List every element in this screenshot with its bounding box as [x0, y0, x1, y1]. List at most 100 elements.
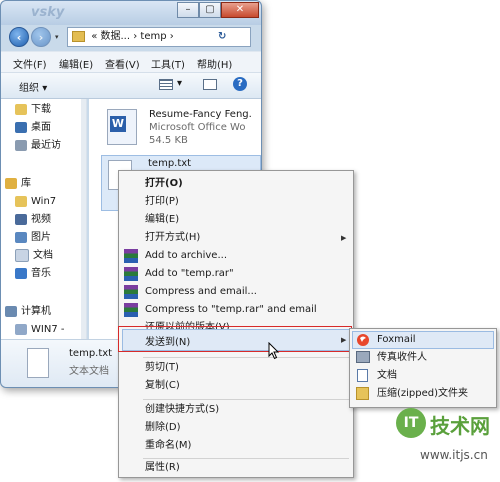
nav-item-downloads[interactable]: 下载	[15, 101, 51, 119]
menu-item-compress-rar-email[interactable]: Compress to "temp.rar" and email	[145, 301, 317, 319]
title-bar[interactable]: vsky – ▢ ✕	[1, 1, 261, 25]
navigation-pane: 下载 桌面 最近访 库 Win7 视频 图片 文档 音乐 计算机 WIN7 -	[1, 99, 87, 339]
nav-label: 库	[21, 178, 31, 189]
refresh-icon[interactable]: ↻	[218, 28, 226, 46]
word-document-icon: W	[107, 109, 137, 145]
minimize-button[interactable]: –	[177, 2, 199, 18]
menu-edit[interactable]: 编辑(E)	[59, 56, 93, 71]
nav-label: 下载	[31, 104, 51, 115]
nav-item-pictures[interactable]: 图片	[15, 229, 51, 247]
nav-label: 图片	[31, 232, 51, 243]
file-item-resume[interactable]: W Resume-Fancy Feng. Microsoft Office Wo…	[103, 105, 263, 157]
nav-label: Win7	[31, 196, 57, 207]
breadcrumb-overflow[interactable]: «	[91, 31, 97, 42]
word-logo-icon: W	[110, 116, 126, 132]
nav-item-drive[interactable]: WIN7 -	[15, 321, 64, 339]
nav-label: 视频	[31, 214, 51, 225]
nav-label: 最近访	[31, 140, 61, 151]
file-type: Microsoft Office Wo	[149, 122, 246, 133]
menu-item-delete[interactable]: 删除(D)	[145, 419, 181, 437]
menu-item-open[interactable]: 打开(O)	[145, 175, 183, 193]
documents-library-icon	[15, 248, 29, 262]
organize-button[interactable]: 组织 ▾	[19, 79, 47, 94]
menu-item-compress-email[interactable]: Compress and email...	[145, 283, 257, 301]
nav-scrollbar[interactable]	[81, 99, 86, 339]
foxmail-icon	[357, 334, 369, 346]
menu-tools[interactable]: 工具(T)	[151, 56, 185, 71]
submenu-item-foxmail[interactable]	[352, 331, 494, 349]
menu-item-create-shortcut[interactable]: 创建快捷方式(S)	[145, 401, 219, 419]
view-dropdown-icon[interactable]: ▾	[177, 78, 182, 89]
nav-item-music[interactable]: 音乐	[15, 265, 51, 283]
nav-label: 计算机	[21, 306, 51, 317]
winrar-icon	[124, 303, 138, 317]
file-size: 54.5 KB	[149, 135, 188, 146]
winrar-icon	[124, 285, 138, 299]
address-bar[interactable]: « 数据... › temp › ↻	[67, 27, 251, 47]
menu-view[interactable]: 查看(V)	[105, 56, 140, 71]
menu-item-print[interactable]: 打印(P)	[145, 193, 179, 211]
nav-item-win7[interactable]: Win7	[15, 193, 56, 211]
preview-pane-icon[interactable]	[203, 79, 217, 90]
nav-label: WIN7 -	[31, 324, 65, 335]
nav-item-desktop[interactable]: 桌面	[15, 119, 51, 137]
breadcrumb-item-data[interactable]: 数据...	[101, 31, 131, 42]
documents-icon	[357, 369, 368, 382]
recent-places-icon	[15, 139, 27, 151]
submenu-item-zip-folder[interactable]: 压缩(zipped)文件夹	[377, 385, 468, 403]
organize-label: 组织	[19, 83, 39, 94]
recent-pages-dropdown[interactable]: ▾	[55, 33, 59, 41]
menu-item-add-to-rar[interactable]: Add to "temp.rar"	[145, 265, 234, 283]
zip-folder-icon	[356, 387, 369, 400]
drive-icon	[15, 323, 27, 335]
nav-label: 桌面	[31, 122, 51, 133]
breadcrumb-separator: ›	[133, 31, 138, 42]
video-library-icon	[15, 213, 27, 225]
text-file-icon	[27, 348, 49, 378]
library-icon	[5, 177, 17, 189]
desktop-icon	[15, 121, 27, 133]
menu-separator	[143, 357, 349, 358]
submenu-item-documents[interactable]: 文档	[377, 367, 397, 385]
computer-icon	[5, 305, 17, 317]
maximize-button[interactable]: ▢	[199, 2, 221, 18]
menu-item-properties[interactable]: 属性(R)	[145, 459, 180, 477]
chevron-down-icon: ▾	[42, 83, 48, 94]
help-icon[interactable]: ?	[233, 77, 247, 91]
submenu-item-fax[interactable]: 传真收件人	[377, 349, 427, 367]
menu-item-rename[interactable]: 重命名(M)	[145, 437, 191, 455]
forward-button[interactable]: ›	[31, 27, 51, 47]
menu-item-edit[interactable]: 编辑(E)	[145, 211, 179, 229]
winrar-icon	[124, 249, 138, 263]
nav-label: 文档	[33, 250, 53, 261]
menu-item-copy[interactable]: 复制(C)	[145, 377, 180, 395]
nav-label: 音乐	[31, 268, 51, 279]
toolbar: 组织 ▾ ▾ ?	[1, 73, 261, 99]
menu-item-open-with[interactable]: 打开方式(H)	[145, 229, 200, 247]
menu-item-add-to-archive[interactable]: Add to archive...	[145, 247, 227, 265]
folder-icon	[72, 30, 85, 42]
site-watermark: IT 技术网 www.itjs.cn	[394, 404, 498, 480]
context-menu: 打开(O) 打印(P) 编辑(E) 打开方式(H) ▶ Add to archi…	[118, 170, 354, 478]
nav-item-documents[interactable]: 文档	[15, 247, 53, 265]
menu-file[interactable]: 文件(F)	[13, 56, 47, 71]
menu-item-cut[interactable]: 剪切(T)	[145, 359, 179, 377]
nav-item-videos[interactable]: 视频	[15, 211, 51, 229]
breadcrumb-item-temp[interactable]: temp	[140, 31, 166, 42]
pictures-library-icon	[15, 231, 27, 243]
view-options-icon[interactable]	[159, 79, 173, 90]
nav-item-computer[interactable]: 计算机	[5, 303, 51, 321]
address-row: ‹ › ▾ « 数据... › temp › ↻	[1, 25, 261, 49]
file-name: Resume-Fancy Feng.	[149, 109, 252, 120]
nav-item-recent[interactable]: 最近访	[15, 137, 61, 155]
folder-icon	[15, 195, 27, 207]
nav-item-libraries[interactable]: 库	[5, 175, 31, 193]
fax-icon	[356, 351, 370, 363]
back-button[interactable]: ‹	[9, 27, 29, 47]
mouse-cursor-icon	[268, 342, 280, 360]
close-button[interactable]: ✕	[221, 2, 259, 18]
title-watermark: vsky	[31, 5, 65, 20]
highlight-box	[118, 326, 352, 352]
details-file-type: 文本文档	[69, 366, 109, 377]
menu-help[interactable]: 帮助(H)	[197, 56, 232, 71]
